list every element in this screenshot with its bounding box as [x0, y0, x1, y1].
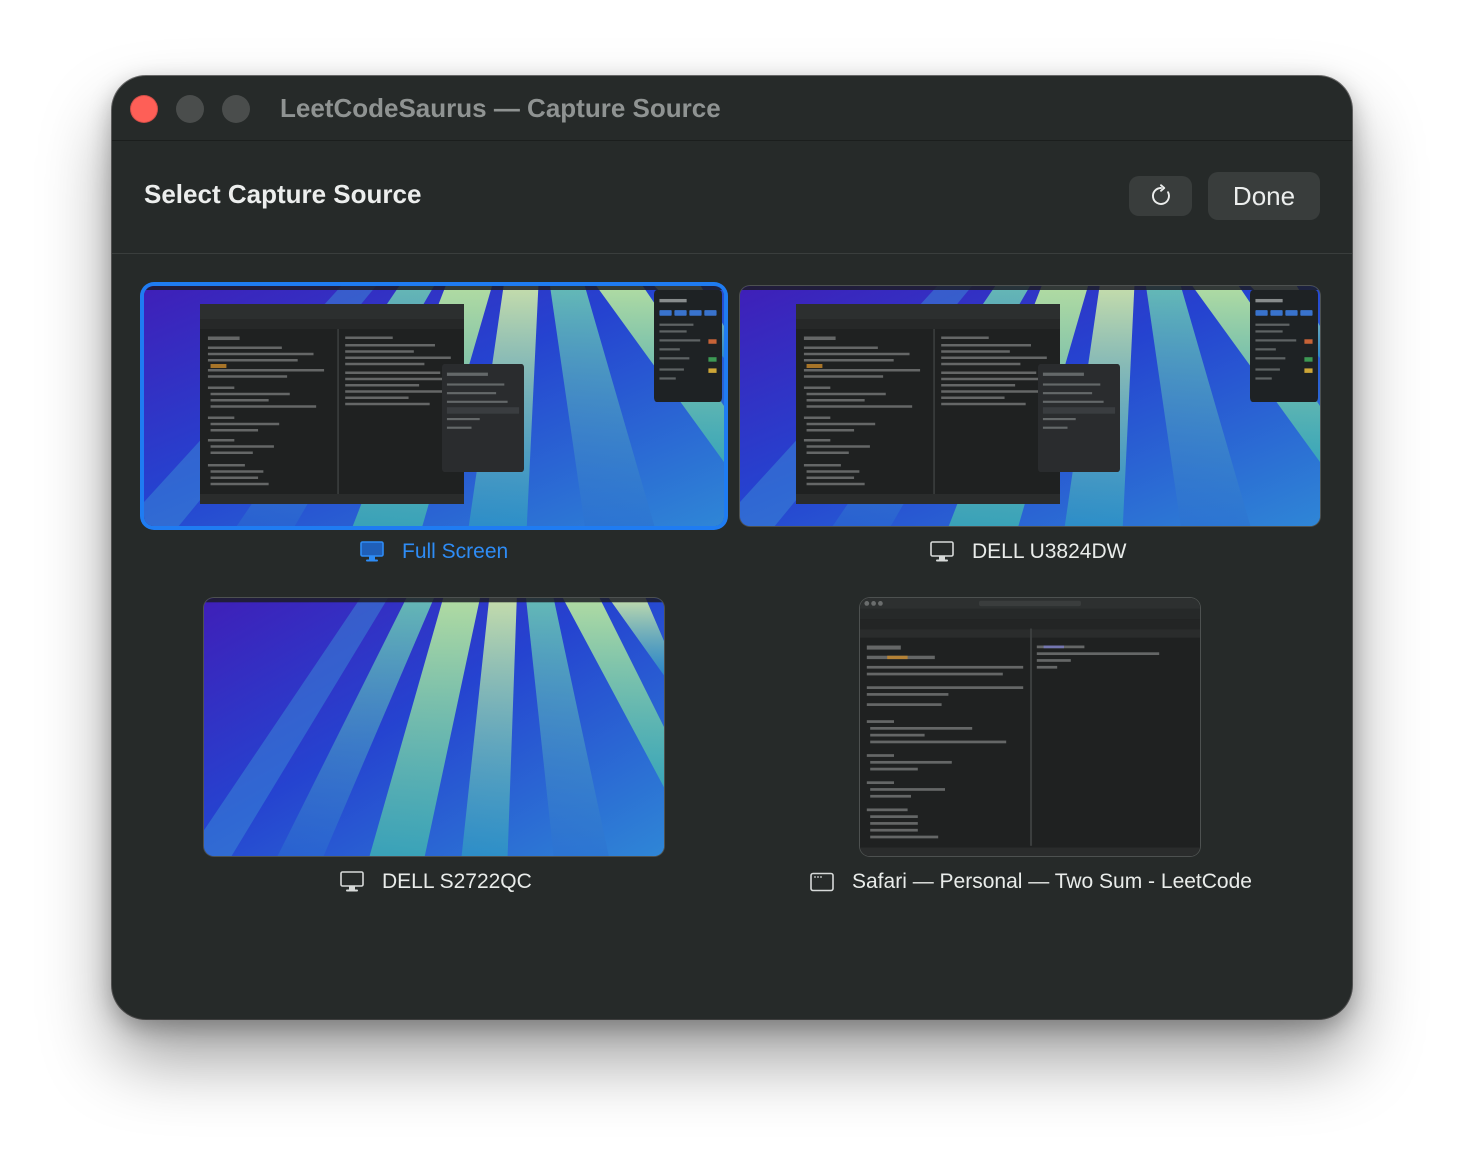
source-name: Safari — Personal — Two Sum - LeetCode [852, 870, 1252, 893]
capture-source-window: LeetCodeSaurus — Capture Source Select C… [112, 76, 1352, 1019]
minimize-window-button[interactable] [176, 95, 204, 123]
zoom-window-button[interactable] [222, 95, 250, 123]
source-thumbnail-safari-window[interactable] [860, 598, 1200, 856]
source-label-dell-s2722qc[interactable]: DELL S2722QC [340, 870, 532, 894]
display-icon [340, 871, 364, 892]
safari-window-preview [860, 598, 1200, 856]
source-thumbnail-dell-u3824dw[interactable] [740, 286, 1320, 526]
page-title: Select Capture Source [144, 179, 422, 209]
refresh-icon [1151, 184, 1170, 205]
source-thumbnail-full-screen[interactable] [144, 286, 724, 526]
done-button[interactable]: Done [1208, 172, 1320, 220]
source-name: DELL S2722QC [382, 870, 532, 893]
dell-u3824dw-preview [740, 286, 1320, 526]
source-label-dell-u3824dw[interactable]: DELL U3824DW [930, 540, 1126, 564]
source-name: Full Screen [402, 540, 509, 563]
source-thumbnail-dell-s2722qc[interactable] [204, 598, 664, 856]
full-screen-preview [144, 286, 724, 526]
dell-s2722qc-preview [204, 598, 664, 856]
source-label-safari-window[interactable]: Safari — Personal — Two Sum - LeetCode [810, 870, 1252, 894]
window-title: LeetCodeSaurus — Capture Source [280, 93, 721, 123]
window-icon [810, 872, 834, 892]
close-window-button[interactable] [130, 95, 158, 123]
refresh-button[interactable] [1129, 176, 1192, 216]
header: Select Capture Source Done [112, 141, 1352, 254]
display-icon [930, 541, 954, 562]
display-icon [360, 541, 384, 562]
source-name: DELL U3824DW [972, 540, 1127, 563]
source-label-full-screen[interactable]: Full Screen [360, 540, 508, 564]
title-bar: LeetCodeSaurus — Capture Source [112, 76, 1352, 141]
